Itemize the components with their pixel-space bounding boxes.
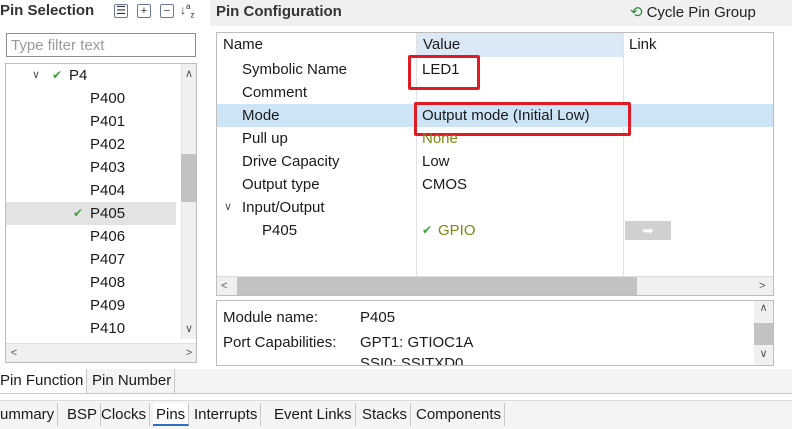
scroll-down-icon[interactable]: ∨ xyxy=(754,347,773,365)
scroll-right-icon[interactable]: > xyxy=(759,277,765,295)
port-capabilities-line: SSI0: SSITXD0 xyxy=(360,355,464,366)
tree-item-p403[interactable]: P403 xyxy=(6,156,176,179)
tree-item-label: P410 xyxy=(90,320,126,337)
row-value[interactable]: CMOS xyxy=(422,173,467,196)
table-row[interactable]: Drive Capacity Low xyxy=(217,150,773,173)
tab-components[interactable]: Components xyxy=(413,403,506,426)
tree-item-p402[interactable]: P402 xyxy=(6,133,176,156)
scroll-left-icon[interactable]: < xyxy=(6,343,22,362)
tree-item-label: P402 xyxy=(90,136,126,153)
sort-alpha-icon[interactable]: ↓az xyxy=(180,2,194,19)
tab-pin-number[interactable]: Pin Number xyxy=(89,369,176,393)
column-header-name[interactable]: Name xyxy=(223,33,263,57)
tab-pin-function[interactable]: Pin Function xyxy=(0,369,88,393)
tree-item-label: P4 xyxy=(69,67,88,84)
tree-item-p407[interactable]: P407 xyxy=(6,248,176,271)
table-row[interactable]: P405 ✔ GPIO ➡ xyxy=(217,219,773,242)
tab-clocks[interactable]: Clocks xyxy=(98,403,151,426)
scroll-up-icon[interactable]: ∧ xyxy=(181,64,196,84)
tree-item-p401[interactable]: P401 xyxy=(6,110,176,133)
expand-all-icon[interactable]: + xyxy=(137,4,151,18)
row-name: Pull up xyxy=(242,130,288,147)
tree-item-label: P408 xyxy=(90,274,126,291)
row-name: P405 xyxy=(262,222,298,239)
tree-item-label: P405 xyxy=(90,205,126,222)
check-icon: ✔ xyxy=(73,206,84,220)
table-scroll-thumb[interactable] xyxy=(237,277,637,295)
table-row[interactable]: Output type CMOS xyxy=(217,173,773,196)
list-view-icon[interactable]: ☰ xyxy=(114,4,128,18)
column-header-value[interactable]: Value xyxy=(423,33,460,57)
navigate-arrow-icon[interactable]: ➡ xyxy=(625,221,671,240)
port-capabilities-label: Port Capabilities: xyxy=(223,334,337,351)
tab-summary[interactable]: ummary xyxy=(0,403,59,426)
pin-view-tabs: Pin Function Pin Number xyxy=(0,369,792,394)
tree-item-p404[interactable]: P404 xyxy=(6,179,176,202)
cycle-pin-group-label: Cycle Pin Group xyxy=(646,4,756,21)
module-name-value: P405 xyxy=(360,309,396,326)
check-icon: ✔ xyxy=(52,68,63,82)
column-header-link[interactable]: Link xyxy=(629,33,657,57)
pin-configuration-title: Pin Configuration xyxy=(216,3,342,20)
tree-item-p408[interactable]: P408 xyxy=(6,271,176,294)
table-row[interactable]: Comment xyxy=(217,81,773,104)
row-name: Drive Capacity xyxy=(242,153,340,170)
tree-item-label: P407 xyxy=(90,251,126,268)
row-name: Comment xyxy=(242,84,308,101)
table-row[interactable]: Mode Output mode (Initial Low) xyxy=(217,102,773,136)
tree-item-p406[interactable]: P406 xyxy=(6,225,176,248)
row-value[interactable]: Low xyxy=(422,150,450,173)
tab-bsp[interactable]: BSP xyxy=(64,403,102,426)
tree-item-label: P409 xyxy=(90,297,126,314)
cycle-pin-group-button[interactable]: ⟲ Cycle Pin Group xyxy=(630,2,756,24)
pin-info-panel: Module name: P405 Port Capabilities: GPT… xyxy=(216,300,774,366)
tree-item-label: P404 xyxy=(90,182,126,199)
chevron-down-icon[interactable]: ∨ xyxy=(224,196,232,219)
tree-item-label: P401 xyxy=(90,113,126,130)
row-name: Symbolic Name xyxy=(242,61,348,78)
row-name: Output type xyxy=(242,176,320,193)
cycle-icon: ⟲ xyxy=(630,4,643,21)
row-value[interactable]: None xyxy=(422,127,458,150)
scroll-left-icon[interactable]: < xyxy=(221,277,227,295)
table-row[interactable]: Pull up None xyxy=(217,127,773,150)
port-capabilities-line: GPT1: GTIOC1A xyxy=(360,334,474,351)
tab-event-links[interactable]: Event Links xyxy=(271,403,356,426)
tree-item-label: P403 xyxy=(90,159,126,176)
check-icon: ✔ xyxy=(422,223,433,237)
tree-item-p405[interactable]: ✔ P405 xyxy=(6,202,176,225)
pin-tree: ∨ ✔ P4 P400 P401 P402 P403 P404 ✔ P405 P… xyxy=(5,63,197,363)
table-row[interactable]: ∨ Input/Output xyxy=(217,196,773,219)
tree-item-label: P406 xyxy=(90,228,126,245)
tree-item-p400[interactable]: P400 xyxy=(6,87,176,110)
pin-selection-title: Pin Selection xyxy=(0,2,95,19)
scroll-right-icon[interactable]: > xyxy=(181,343,196,362)
editor-tabs: ummary BSP Clocks Pins Interrupts Event … xyxy=(0,400,792,429)
tree-scroll-thumb[interactable] xyxy=(181,154,196,202)
tree-item-label: P400 xyxy=(90,90,126,107)
row-name: Mode xyxy=(242,107,280,124)
tab-interrupts[interactable]: Interrupts xyxy=(191,403,262,426)
filter-input[interactable] xyxy=(6,33,196,57)
tree-item-p409[interactable]: P409 xyxy=(6,294,176,317)
table-row[interactable]: Symbolic Name LED1 xyxy=(217,55,773,90)
tree-item-p4[interactable]: ∨ ✔ P4 xyxy=(6,64,176,87)
collapse-all-icon[interactable]: − xyxy=(160,4,174,18)
chevron-down-icon[interactable]: ∨ xyxy=(32,64,40,87)
module-name-label: Module name: xyxy=(223,309,319,326)
tab-pins[interactable]: Pins xyxy=(153,403,190,426)
tab-stacks[interactable]: Stacks xyxy=(359,403,412,426)
row-name: Input/Output xyxy=(242,199,325,216)
tree-horizontal-scrollbar[interactable] xyxy=(6,343,196,362)
scroll-up-icon[interactable]: ∧ xyxy=(754,301,773,319)
pin-config-table: Name Value Link Symbolic Name LED1 Comme… xyxy=(216,32,774,296)
scroll-down-icon[interactable]: ∨ xyxy=(181,319,196,339)
tree-item-p410[interactable]: P410 xyxy=(6,317,176,340)
pin-selection-panel: Pin Selection ☰ + − ↓az ∨ ✔ P4 P400 P401… xyxy=(0,0,206,366)
info-scroll-thumb[interactable] xyxy=(754,323,773,345)
row-value[interactable]: GPIO xyxy=(438,219,476,242)
